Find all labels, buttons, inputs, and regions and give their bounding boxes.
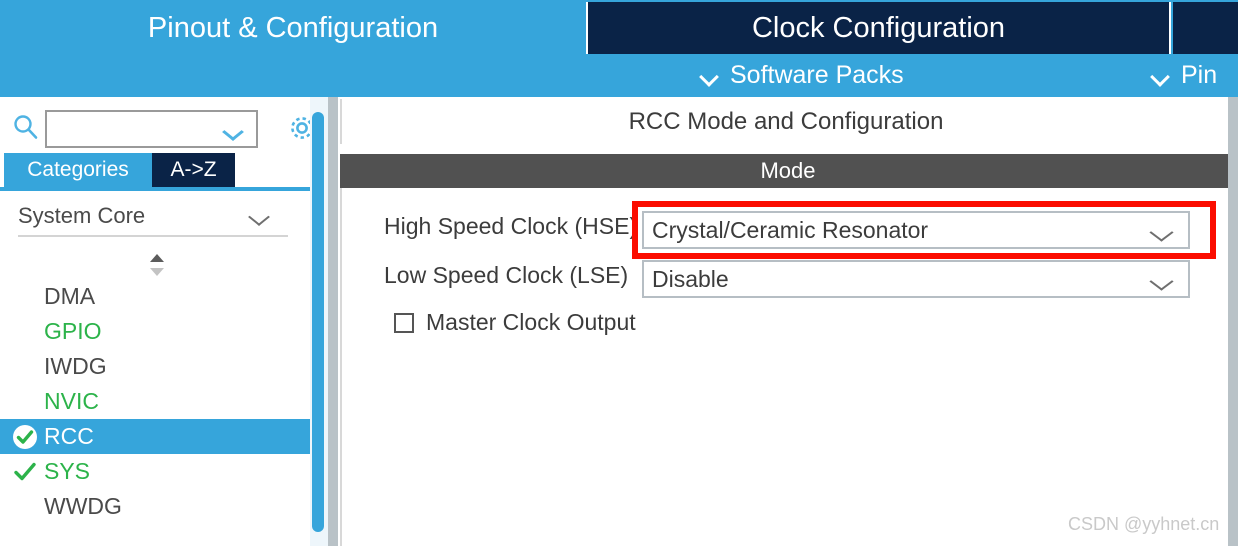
master-clock-output-label: Master Clock Output xyxy=(426,309,636,335)
page-title-label: RCC Mode and Configuration xyxy=(628,107,944,135)
master-clock-output-row[interactable]: Master Clock Output xyxy=(394,309,636,336)
chevron-down-icon xyxy=(700,70,720,82)
sidebar-tabs: Categories A->Z xyxy=(0,153,330,187)
chevron-down-icon[interactable] xyxy=(1154,225,1174,237)
sidebar-item-gpio-label: GPIO xyxy=(44,318,102,344)
sidebar-item-rcc-label: RCC xyxy=(44,423,94,449)
sidebar-search-row xyxy=(0,105,330,149)
sidebar-item-rcc[interactable]: RCC xyxy=(0,419,310,454)
sidebar-item-nvic-label: NVIC xyxy=(44,388,99,414)
hse-select[interactable]: Crystal/Ceramic Resonator xyxy=(642,211,1190,249)
sort-updown-icon[interactable] xyxy=(146,253,168,277)
search-icon xyxy=(12,113,40,141)
mode-section-header-label: Mode xyxy=(760,158,816,183)
chevron-down-icon[interactable] xyxy=(1154,274,1174,286)
tab-overflow-stub[interactable] xyxy=(1173,2,1238,54)
sidebar-item-nvic[interactable]: NVIC xyxy=(0,384,310,419)
check-circle-icon xyxy=(12,424,38,450)
right-panel-divider xyxy=(1228,97,1238,546)
app-window: Pinout & Configuration Clock Configurati… xyxy=(0,0,1238,546)
menu-software-packs-label: Software Packs xyxy=(730,61,904,89)
page-title: RCC Mode and Configuration xyxy=(340,99,1230,144)
sidebar-item-gpio[interactable]: GPIO xyxy=(0,314,310,349)
top-header-bar: Pinout & Configuration Clock Configurati… xyxy=(0,0,1238,97)
hse-field-label: High Speed Clock (HSE) xyxy=(384,213,638,239)
chevron-down-icon xyxy=(1151,70,1171,82)
check-icon xyxy=(12,459,38,485)
sidebar-item-iwdg-label: IWDG xyxy=(44,353,107,379)
tab-pinout-configuration-label: Pinout & Configuration xyxy=(147,11,439,44)
sidebar-tab-categories-label: Categories xyxy=(27,158,129,181)
main-panel: RCC Mode and Configuration Mode High Spe… xyxy=(338,97,1238,546)
lse-select-value: Disable xyxy=(652,265,729,292)
search-input[interactable] xyxy=(45,110,258,148)
sidebar-item-wwdg[interactable]: WWDG xyxy=(0,489,310,524)
menu-pinout[interactable]: Pin xyxy=(1151,54,1217,97)
sidebar-tab-a-to-z[interactable]: A->Z xyxy=(152,153,235,187)
sidebar-item-dma[interactable]: DMA xyxy=(0,279,310,314)
tab-clock-configuration[interactable]: Clock Configuration xyxy=(586,2,1171,54)
category-divider xyxy=(18,235,288,237)
chevron-down-icon[interactable] xyxy=(252,210,270,221)
sidebar-item-dma-label: DMA xyxy=(44,283,96,309)
lse-select[interactable]: Disable xyxy=(642,260,1190,298)
sidebar-tab-a-to-z-label: A->Z xyxy=(170,158,217,181)
sidebar-panel-divider xyxy=(328,97,338,546)
sidebar-item-iwdg[interactable]: IWDG xyxy=(0,349,310,384)
lse-field-label: Low Speed Clock (LSE) xyxy=(384,262,629,288)
header-submenu-bar: Software Packs Pin xyxy=(0,54,1238,97)
sidebar-scrollbar-thumb[interactable] xyxy=(312,112,324,532)
sidebar: Categories A->Z System Core DMA GPIO IWD… xyxy=(0,97,330,546)
category-item-list: DMA GPIO IWDG NVIC RCC SYS WWDG xyxy=(0,279,310,524)
sidebar-item-sys-label: SYS xyxy=(44,458,91,484)
category-panel: System Core DMA GPIO IWDG NVIC RCC SYS W… xyxy=(0,191,310,546)
hse-select-value: Crystal/Ceramic Resonator xyxy=(652,216,929,243)
sidebar-tab-categories[interactable]: Categories xyxy=(4,153,152,187)
tab-clock-configuration-label: Clock Configuration xyxy=(751,11,1006,44)
master-clock-output-checkbox[interactable] xyxy=(394,312,414,333)
sidebar-item-sys[interactable]: SYS xyxy=(0,454,310,489)
menu-pinout-label: Pin xyxy=(1181,61,1218,89)
menu-software-packs[interactable]: Software Packs xyxy=(700,54,904,97)
tab-pinout-configuration[interactable]: Pinout & Configuration xyxy=(0,2,586,54)
chevron-down-icon[interactable] xyxy=(226,125,242,135)
category-header-label: System Core xyxy=(18,203,146,228)
watermark: CSDN @yyhnet.cn xyxy=(1068,514,1220,534)
category-header-system-core[interactable]: System Core xyxy=(18,201,288,231)
sidebar-item-wwdg-label: WWDG xyxy=(44,493,122,519)
mode-section-header: Mode xyxy=(340,154,1236,188)
